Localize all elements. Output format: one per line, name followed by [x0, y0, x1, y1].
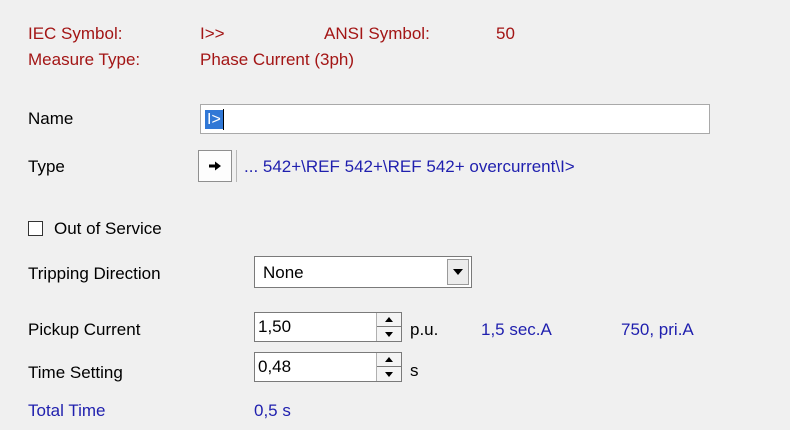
out-of-service-label[interactable]: Out of Service	[54, 219, 162, 239]
time-setting-stepper[interactable]: 0,48	[254, 352, 402, 382]
time-setting-value: 0,48	[258, 357, 292, 376]
type-path-link[interactable]: ... 542+\REF 542+\REF 542+ overcurrent\I…	[244, 157, 575, 177]
tripping-direction-select[interactable]: None	[254, 256, 472, 288]
type-jump-button[interactable]	[198, 150, 232, 182]
down-arrow-icon	[385, 371, 393, 377]
name-input[interactable]: I>	[200, 104, 710, 134]
measure-type-value: Phase Current (3ph)	[200, 50, 355, 69]
name-input-value: I>	[205, 110, 223, 129]
out-of-service-checkbox[interactable]	[28, 221, 43, 236]
pickup-current-label: Pickup Current	[28, 320, 141, 339]
ansi-symbol-label: ANSI Symbol:	[324, 24, 430, 43]
spin-up-button[interactable]	[377, 313, 401, 327]
type-divider	[236, 150, 237, 182]
name-label: Name	[28, 109, 74, 128]
spin-down-button[interactable]	[377, 327, 401, 341]
spin-down-button[interactable]	[377, 367, 401, 381]
text-caret	[223, 109, 224, 130]
time-setting-unit: s	[410, 361, 419, 380]
total-time-value: 0,5 s	[254, 401, 291, 420]
pickup-current-unit: p.u.	[410, 320, 439, 339]
up-arrow-icon	[385, 317, 393, 322]
pickup-current-secondary: 1,5 sec.A	[481, 320, 552, 339]
pickup-current-stepper[interactable]: 1,50	[254, 312, 402, 342]
tripping-direction-label: Tripping Direction	[28, 264, 161, 283]
iec-symbol-value: I>>	[200, 24, 225, 43]
pickup-current-spin-buttons	[376, 313, 401, 341]
iec-symbol-label: IEC Symbol:	[28, 24, 123, 43]
time-setting-spin-buttons	[376, 353, 401, 381]
total-time-label: Total Time	[28, 401, 106, 420]
tripping-direction-value: None	[263, 263, 304, 282]
chevron-down-icon	[453, 269, 463, 275]
down-arrow-icon	[385, 331, 393, 337]
pickup-current-value: 1,50	[258, 317, 292, 336]
spin-up-button[interactable]	[377, 353, 401, 367]
type-label: Type	[28, 157, 65, 176]
pickup-current-primary: 750, pri.A	[621, 320, 694, 339]
right-arrow-icon	[209, 161, 221, 171]
up-arrow-icon	[385, 357, 393, 362]
time-setting-label: Time Setting	[28, 363, 123, 382]
ansi-symbol-value: 50	[496, 24, 515, 43]
dropdown-button[interactable]	[447, 259, 469, 285]
measure-type-label: Measure Type:	[28, 50, 141, 69]
